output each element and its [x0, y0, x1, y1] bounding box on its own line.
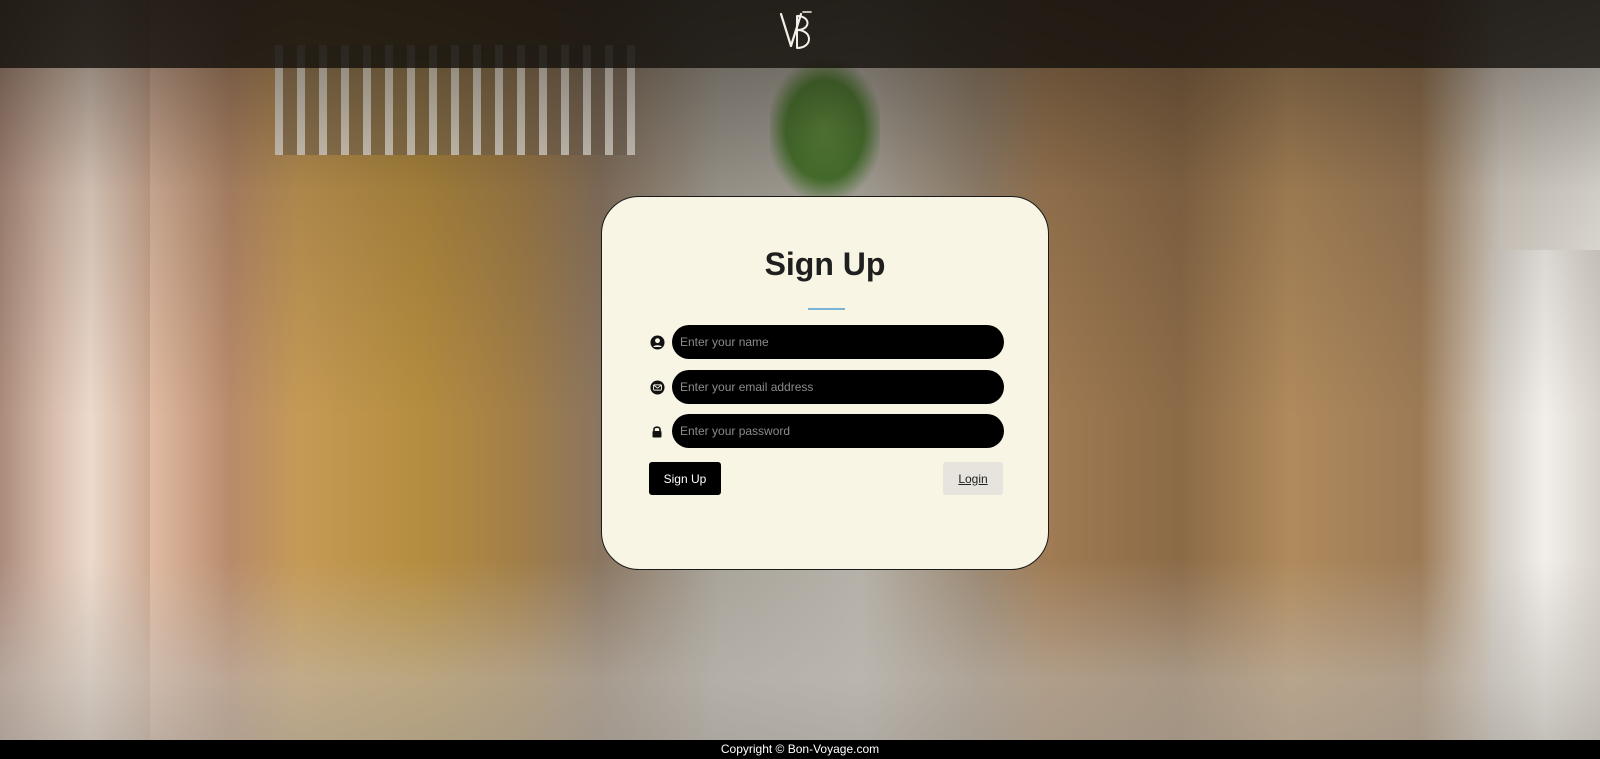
signup-button[interactable]: Sign Up	[649, 462, 721, 495]
top-bar	[0, 0, 1600, 68]
title-underline	[808, 308, 845, 310]
password-input[interactable]	[672, 414, 1004, 448]
lock-icon	[649, 423, 665, 439]
user-circle-icon	[649, 334, 665, 350]
email-input[interactable]	[672, 370, 1004, 404]
footer: Copyright © Bon-Voyage.com	[0, 740, 1600, 759]
signup-card: Sign Up Enter your name Enter your email…	[601, 196, 1049, 570]
vb-monogram-icon	[779, 11, 812, 49]
name-input[interactable]	[672, 325, 1004, 359]
name-field-row	[649, 325, 1004, 359]
copyright-text: Copyright © Bon-Voyage.com	[720, 742, 880, 756]
brand-logo[interactable]	[777, 8, 823, 60]
password-field-row	[649, 414, 1004, 448]
envelope-icon	[649, 379, 665, 395]
email-field-row	[649, 370, 1004, 404]
login-button[interactable]: Login	[943, 462, 1003, 495]
page: Sign Up Enter your name Enter your email…	[0, 0, 1600, 759]
signup-title: Sign Up	[764, 246, 886, 282]
